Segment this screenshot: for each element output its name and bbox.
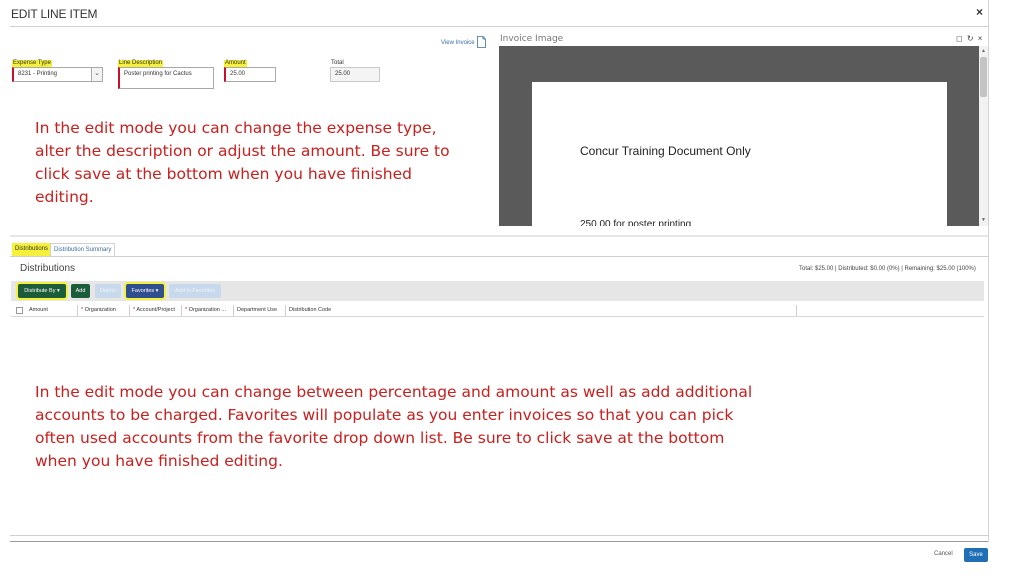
column-header-department-use[interactable]: Department Use: [234, 305, 286, 316]
save-button[interactable]: Save: [964, 548, 988, 562]
dialog-title: EDIT LINE ITEM: [11, 7, 98, 21]
amount-input[interactable]: 25.00: [224, 67, 276, 82]
scroll-up-icon[interactable]: ▲: [979, 48, 988, 54]
total-field: 25.00: [330, 67, 380, 82]
close-icon[interactable]: ×: [976, 5, 983, 19]
tab-distribution-summary[interactable]: Distribution Summary: [50, 243, 116, 256]
favorites-button[interactable]: Favorites ▾: [126, 284, 164, 298]
header-divider: [10, 26, 988, 27]
column-header-amount[interactable]: Amount: [26, 305, 78, 316]
chevron-down-icon[interactable]: ⌄: [91, 68, 102, 81]
footer-divider-dark: [10, 541, 988, 542]
add-button[interactable]: Add: [71, 284, 90, 298]
select-all-checkbox[interactable]: [16, 307, 23, 314]
amount-label: Amount: [224, 60, 247, 67]
line-description-input[interactable]: Poster printing for Cactus: [118, 67, 214, 89]
distribute-by-button[interactable]: Distribute By ▾: [18, 284, 66, 298]
total-label: Total: [331, 60, 344, 66]
tab-distributions[interactable]: Distributions: [12, 243, 52, 256]
column-header-organization[interactable]: * Organization: [78, 305, 130, 316]
invoice-partial-text: 250.00 for poster printing: [580, 219, 692, 226]
annotation-top: In the edit mode you can change the expe…: [35, 119, 450, 206]
add-to-favorites-button[interactable]: Add to Favorites: [169, 284, 221, 298]
expense-type-label: Expense Type: [12, 60, 52, 67]
footer-divider: [10, 535, 988, 536]
scroll-down-icon[interactable]: ▼: [979, 217, 988, 223]
view-invoice-link[interactable]: View Invoice: [441, 40, 475, 46]
invoice-image-title: Invoice Image: [500, 34, 564, 44]
document-icon[interactable]: [477, 36, 486, 48]
delete-button[interactable]: Delete: [95, 284, 121, 298]
grid-header-divider: [11, 316, 984, 317]
invoice-window-controls[interactable]: ◻︎ ↻ ×: [956, 34, 983, 43]
section-divider: [10, 235, 988, 237]
invoice-scroll-thumb[interactable]: [980, 57, 987, 97]
cancel-button[interactable]: Cancel: [934, 551, 953, 557]
invoice-document-text: Concur Training Document Only: [580, 144, 751, 158]
distributions-heading: Distributions: [20, 263, 76, 274]
column-header-distribution-code[interactable]: Distribution Code: [286, 305, 797, 316]
expense-type-select[interactable]: 8231 - Printing: [12, 67, 103, 82]
dialog-right-border: [988, 0, 989, 542]
distribution-summary-text: Total: $25.00 | Distributed: $0.00 (0%) …: [799, 266, 976, 272]
column-header-account-project[interactable]: * Account/Project: [130, 305, 182, 316]
column-header-organization-2[interactable]: * Organization ...: [182, 305, 234, 316]
tab-divider: [10, 256, 988, 257]
line-description-label: Line Description: [118, 60, 164, 67]
annotation-bottom: In the edit mode you can change between …: [35, 383, 753, 470]
